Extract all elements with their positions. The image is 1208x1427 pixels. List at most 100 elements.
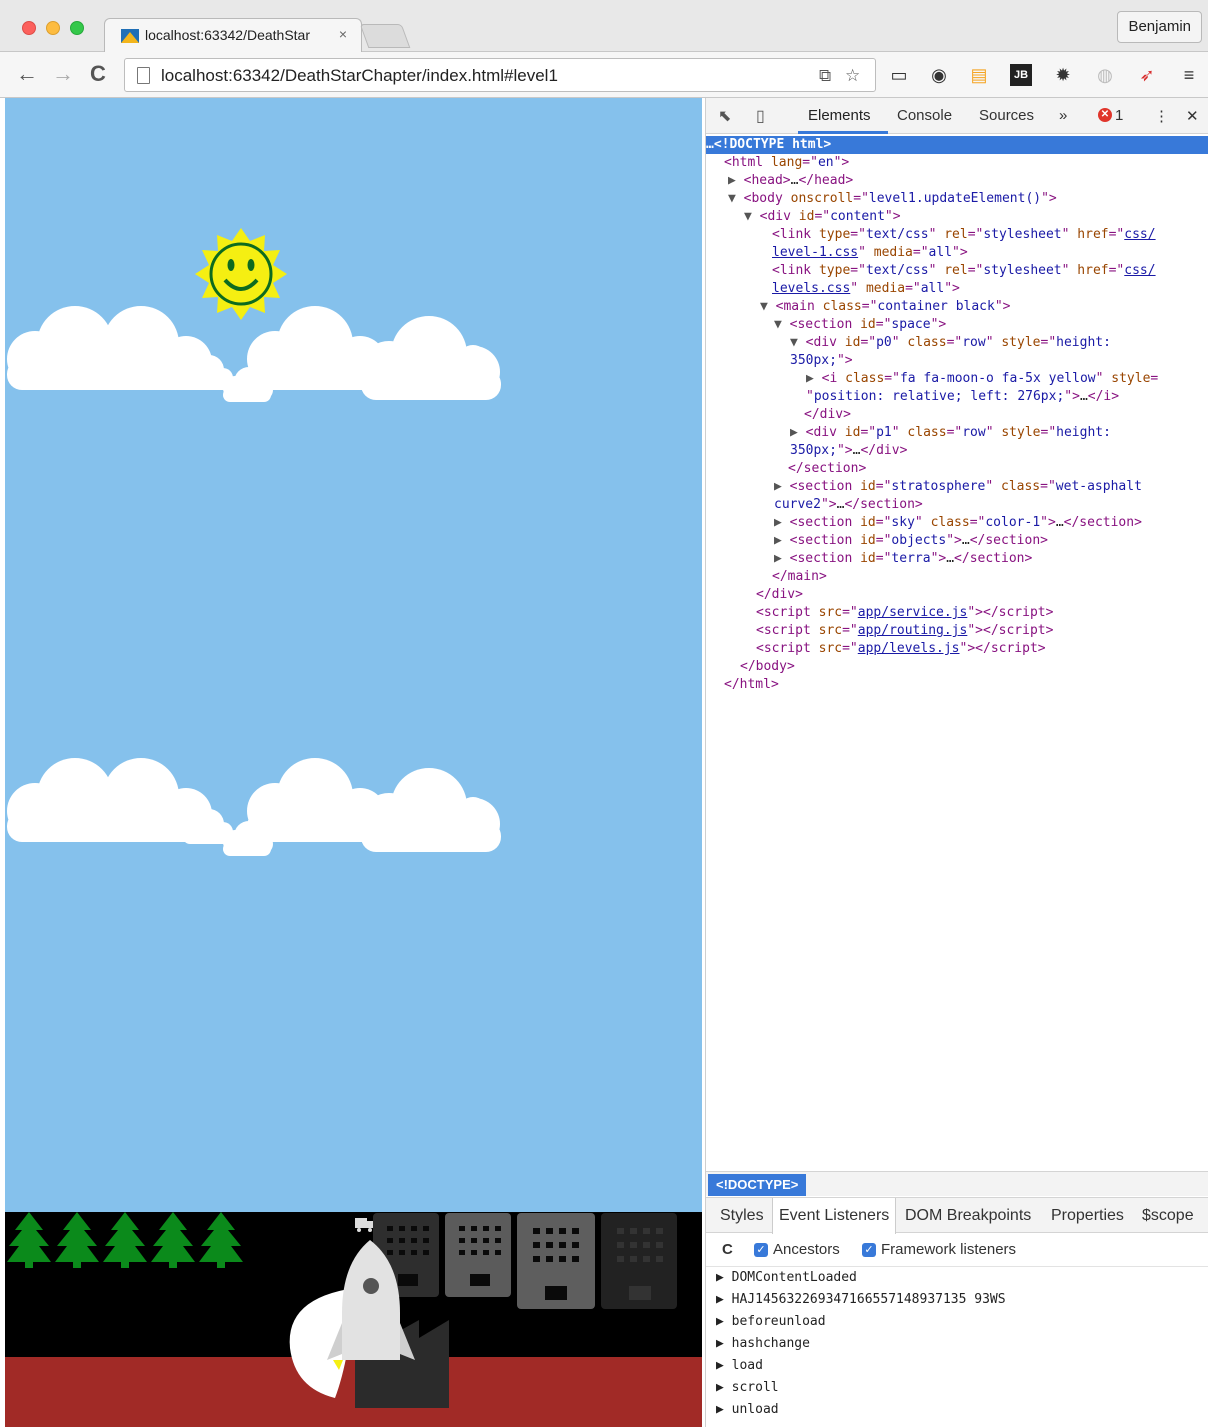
dom-node-link1-cont: level-1.css" media="all"> xyxy=(772,245,968,260)
dom-node-div-p0[interactable]: ▼ <div id="p0" class="row" style="height… xyxy=(790,334,1111,352)
devtools-toolbar: ⬉ ▯ Elements Console Sources » ✕ 1 ⋮ ✕ xyxy=(706,98,1208,134)
dom-node-script-levels[interactable]: <script src="app/levels.js"></script> xyxy=(756,640,1046,658)
bookmark-star-icon[interactable]: ☆ xyxy=(845,66,860,86)
breadcrumb: <!DOCTYPE> xyxy=(706,1171,1208,1196)
tab-dom-breakpoints[interactable]: DOM Breakpoints xyxy=(905,1207,1031,1225)
event-listener-item[interactable]: ▶ beforeunload xyxy=(716,1314,826,1329)
browser-tab-bar: localhost:63342/DeathStar × Benjamin xyxy=(0,0,1208,52)
maximize-window-button[interactable] xyxy=(70,21,84,35)
event-listener-item[interactable]: ▶ load xyxy=(716,1358,763,1373)
dom-node-section-sky[interactable]: ▶ <section id="sky" class="color-1">…</s… xyxy=(774,514,1142,532)
event-name: unload xyxy=(731,1402,779,1417)
tab-styles[interactable]: Styles xyxy=(720,1207,764,1225)
more-tabs-icon[interactable]: » xyxy=(1059,107,1067,124)
dom-node-div-p1-cont: 350px;">…</div> xyxy=(790,443,908,458)
dom-node-body-close: </body> xyxy=(740,659,795,674)
dom-node-html[interactable]: <html lang="en"> xyxy=(724,154,849,172)
dom-node-section-terra[interactable]: ▶ <section id="terra">…</section> xyxy=(774,550,1032,568)
tab-title: localhost:63342/DeathStar xyxy=(145,27,310,43)
dom-node-div-p0-close: </div> xyxy=(804,407,851,422)
dom-node-section-objects[interactable]: ▶ <section id="objects">…</section> xyxy=(774,532,1048,550)
inspect-element-icon[interactable]: ⬉ xyxy=(718,106,731,126)
tab-scope[interactable]: $scope xyxy=(1142,1207,1194,1225)
reload-icon[interactable]: C xyxy=(90,62,106,86)
new-tab-button[interactable] xyxy=(359,24,411,48)
rocket-extension-icon[interactable]: ➶ xyxy=(1136,64,1158,86)
dom-node-section-stratosphere[interactable]: ▶ <section id="stratosphere" class="wet-… xyxy=(774,478,1142,496)
dom-node-section-space[interactable]: ▼ <section id="space"> xyxy=(774,316,946,334)
browser-tab[interactable]: localhost:63342/DeathStar × xyxy=(104,18,362,52)
tree-icons xyxy=(7,1212,243,1268)
browser-toolbar: ← → C localhost:63342/DeathStarChapter/i… xyxy=(0,52,1208,98)
dom-node-div-p0-cont: 350px;"> xyxy=(790,353,853,368)
event-name: HAJ145632269347166557148937135 93WS xyxy=(731,1292,1006,1307)
event-listener-item[interactable]: ▶ unload xyxy=(716,1402,779,1417)
jetbrains-extension-icon[interactable]: JB xyxy=(1010,64,1032,86)
reader-icon[interactable]: ⧉ xyxy=(819,66,831,86)
sidebar-tabs: Styles Event Listeners DOM Breakpoints P… xyxy=(706,1197,1208,1234)
refresh-icon[interactable]: C xyxy=(722,1241,733,1258)
url-text: localhost:63342/DeathStarChapter/index.h… xyxy=(161,66,558,85)
error-icon[interactable]: ✕ xyxy=(1098,108,1112,122)
tab-elements[interactable]: Elements xyxy=(808,107,871,124)
kebab-menu-icon[interactable]: ⋮ xyxy=(1154,107,1169,125)
cast-extension-icon[interactable]: ▭ xyxy=(888,64,910,86)
gear-extension-icon[interactable]: ✹ xyxy=(1052,64,1074,86)
page-icon xyxy=(137,67,150,84)
close-devtools-icon[interactable]: ✕ xyxy=(1186,107,1199,125)
dom-node-script-routing[interactable]: <script src="app/routing.js"></script> xyxy=(756,622,1053,640)
tab-close-icon[interactable]: × xyxy=(339,26,347,42)
tab-properties[interactable]: Properties xyxy=(1051,1207,1124,1225)
dom-node-body[interactable]: ▼ <body onscroll="level1.updateElement()… xyxy=(728,190,1057,208)
close-window-button[interactable] xyxy=(22,21,36,35)
event-name: DOMContentLoaded xyxy=(731,1270,857,1285)
breadcrumb-item[interactable]: <!DOCTYPE> xyxy=(708,1174,807,1196)
forward-icon[interactable]: → xyxy=(52,62,74,86)
disabled-extension-icon[interactable]: ◍ xyxy=(1094,64,1116,86)
dom-node-div-p1[interactable]: ▶ <div id="p1" class="row" style="height… xyxy=(790,424,1111,442)
device-mode-icon[interactable]: ▯ xyxy=(756,106,765,126)
dom-node-content[interactable]: ▼ <div id="content"> xyxy=(744,208,901,226)
dom-node-head[interactable]: ▶ <head>…</head> xyxy=(728,172,853,190)
back-icon[interactable]: ← xyxy=(16,62,38,86)
dom-node-main-close: </main> xyxy=(772,569,827,584)
dom-node-main[interactable]: ▼ <main class="container black"> xyxy=(760,298,1010,316)
event-name: beforeunload xyxy=(731,1314,826,1329)
event-listener-item[interactable]: ▶ scroll xyxy=(716,1380,779,1395)
dom-node-i-moon[interactable]: ▶ <i class="fa fa-moon-o fa-5x yellow" s… xyxy=(806,370,1158,388)
listener-options: C ✓ Ancestors ✓ Framework listeners xyxy=(706,1233,1208,1267)
event-listener-item[interactable]: ▶ HAJ145632269347166557148937135 93WS xyxy=(716,1292,1006,1307)
dom-node-section-space-close: </section> xyxy=(788,461,867,476)
menu-icon[interactable]: ≡ xyxy=(1178,64,1200,86)
dom-node-script-service[interactable]: <script src="app/service.js"></script> xyxy=(756,604,1053,622)
tab-sources[interactable]: Sources xyxy=(979,107,1034,124)
truck-icon xyxy=(355,1218,373,1232)
page-viewport[interactable] xyxy=(5,98,702,1427)
dom-node-doctype[interactable]: …<!DOCTYPE html> xyxy=(706,136,1208,154)
event-name: hashchange xyxy=(731,1336,810,1351)
incognito-extension-icon[interactable]: ◉ xyxy=(928,64,950,86)
devtools-panel: ⬉ ▯ Elements Console Sources » ✕ 1 ⋮ ✕ …… xyxy=(705,98,1208,1427)
plugin-extension-icon[interactable]: ▤ xyxy=(968,64,990,86)
profile-button[interactable]: Benjamin xyxy=(1117,11,1202,43)
webstorm-favicon-icon xyxy=(121,29,139,43)
framework-listeners-label: Framework listeners xyxy=(881,1241,1017,1258)
ancestors-checkbox[interactable]: ✓ xyxy=(754,1243,768,1257)
dom-node-link2[interactable]: <link type="text/css" rel="stylesheet" h… xyxy=(772,262,1156,280)
dom-node-link1[interactable]: <link type="text/css" rel="stylesheet" h… xyxy=(772,226,1156,244)
event-listener-item[interactable]: ▶ DOMContentLoaded xyxy=(716,1270,857,1285)
dom-node-content-close: </div> xyxy=(756,587,803,602)
address-bar[interactable]: localhost:63342/DeathStarChapter/index.h… xyxy=(124,58,876,92)
tab-event-listeners[interactable]: Event Listeners xyxy=(772,1198,897,1234)
active-tab-indicator xyxy=(798,131,888,134)
error-count[interactable]: 1 xyxy=(1115,107,1123,124)
dom-node-link2-cont: levels.css" media="all"> xyxy=(772,281,960,296)
framework-listeners-checkbox[interactable]: ✓ xyxy=(862,1243,876,1257)
event-name: scroll xyxy=(731,1380,779,1395)
tab-console[interactable]: Console xyxy=(897,107,952,124)
dom-node-i-moon-cont: "position: relative; left: 276px;">…</i> xyxy=(806,389,1120,404)
event-listener-item[interactable]: ▶ hashchange xyxy=(716,1336,810,1351)
dom-node-section-stratosphere-cont: curve2">…</section> xyxy=(774,497,923,512)
minimize-window-button[interactable] xyxy=(46,21,60,35)
event-name: load xyxy=(731,1358,763,1373)
